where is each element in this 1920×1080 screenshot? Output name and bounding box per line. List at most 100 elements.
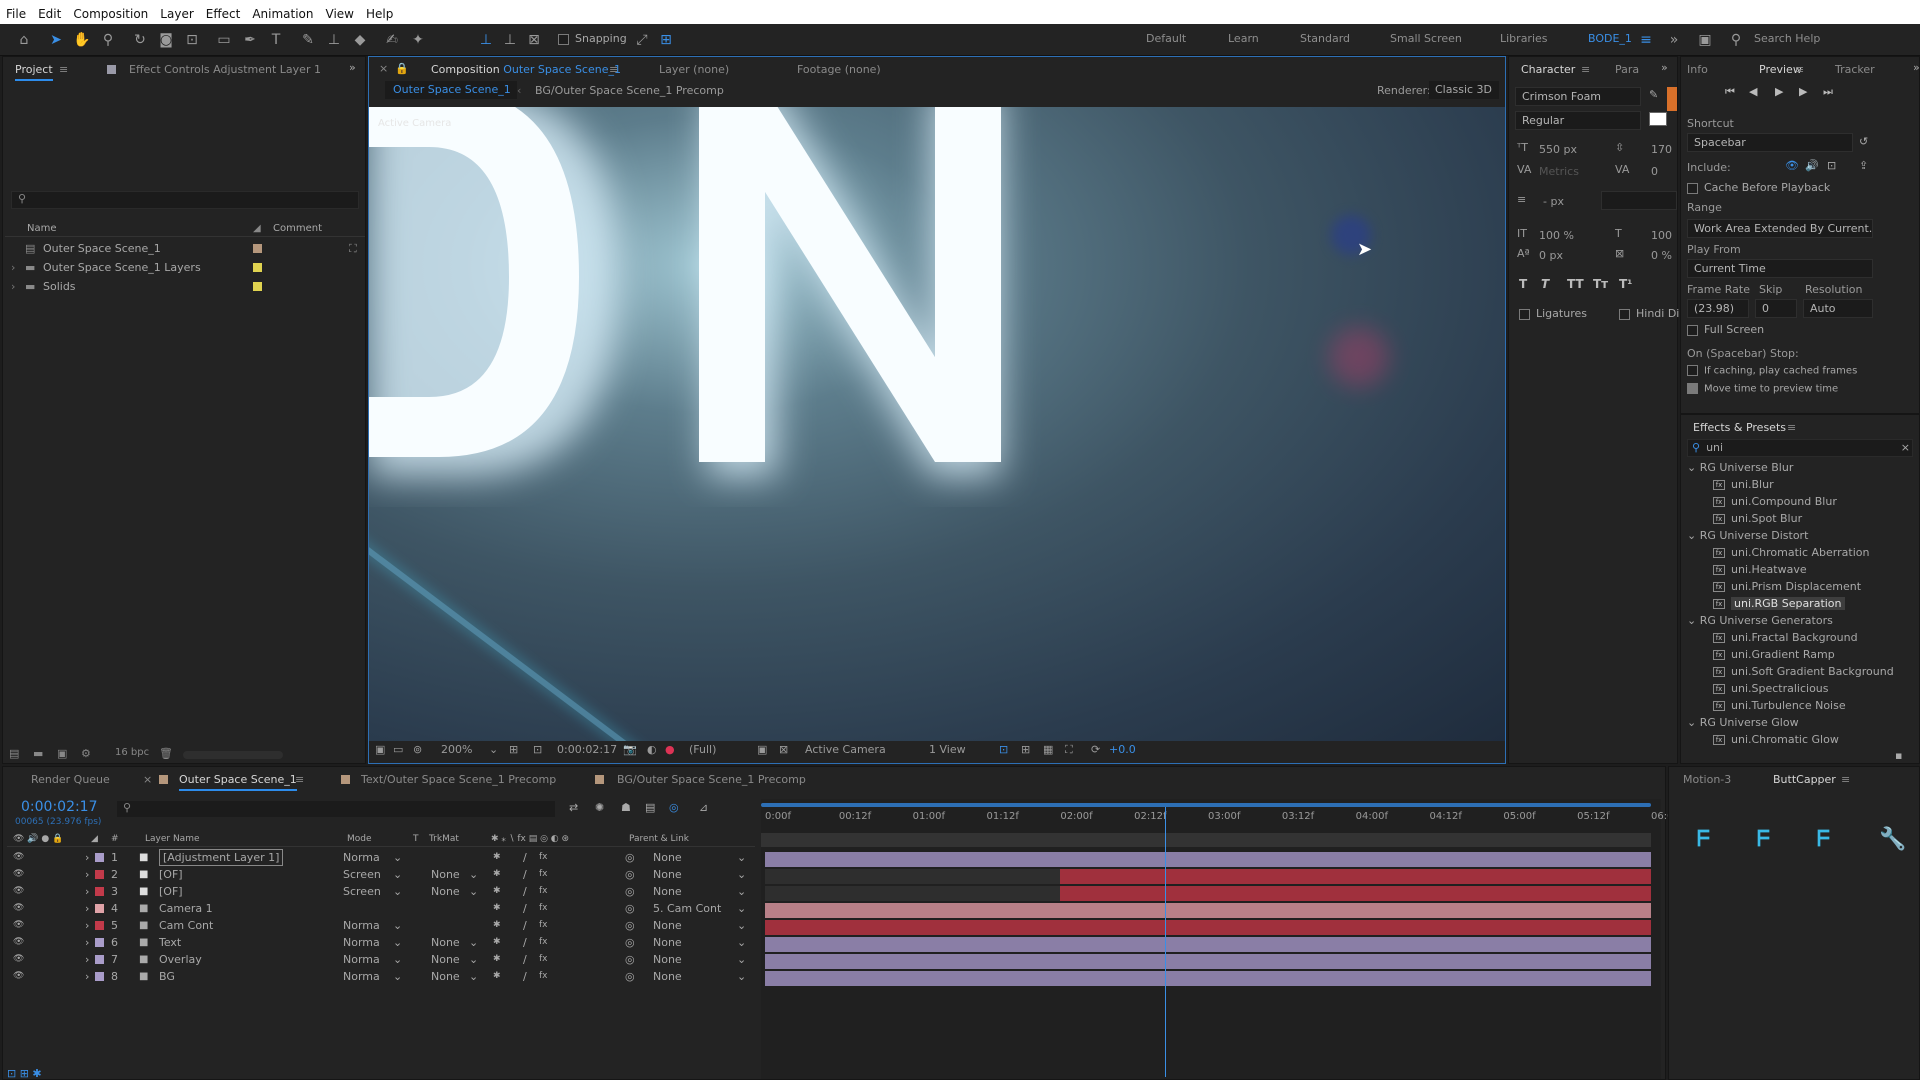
new-preset-icon[interactable]: ▪ — [1895, 749, 1902, 762]
stroke-type-dropdown[interactable] — [1601, 191, 1677, 210]
project-item[interactable]: › ▬ Solids — [5, 277, 365, 296]
effect-group[interactable]: ⌄ RG Universe Generators — [1685, 612, 1911, 629]
first-frame-icon[interactable]: ⏮ — [1725, 85, 1735, 99]
blend-mode-dropdown[interactable]: Screen — [343, 866, 381, 883]
effect-item[interactable]: fx uni.Heatwave — [1685, 561, 1911, 578]
label-color-swatch[interactable] — [95, 972, 104, 981]
always-preview-icon[interactable]: ▣ — [375, 743, 385, 756]
chevron-down-icon[interactable]: ⌄ — [393, 849, 402, 866]
layer-name[interactable]: [OF] — [159, 883, 183, 900]
parent-dropdown[interactable]: 5. Cam Cont — [653, 900, 721, 917]
pickwhip-icon[interactable]: ◎ — [625, 900, 635, 917]
effects-switch-icon[interactable]: fx — [539, 917, 548, 934]
include-overlays-icon[interactable]: ⊡ — [1827, 159, 1836, 172]
viewer-timecode[interactable]: 0:00:02:17 — [557, 743, 617, 756]
range-dropdown[interactable]: Work Area Extended By Current... — [1687, 219, 1873, 238]
draft-3d-icon[interactable]: ✺ — [595, 801, 604, 814]
flowchart-icon[interactable]: ⛶ — [349, 239, 357, 258]
visibility-icon[interactable]: 👁 — [13, 866, 24, 883]
label-color-swatch[interactable] — [95, 921, 104, 930]
view-axis-icon[interactable]: ⊠ — [524, 30, 544, 50]
effects-switch-icon[interactable]: fx — [539, 900, 548, 917]
effect-item[interactable]: fx uni.Compound Blur — [1685, 493, 1911, 510]
lock-icon[interactable]: 🔒 — [395, 62, 409, 75]
collapse-switch-icon[interactable]: ✱ — [493, 968, 501, 985]
clear-search-icon[interactable]: × — [1901, 440, 1910, 456]
layer-duration-bar[interactable] — [1060, 869, 1651, 884]
tab-render-queue[interactable]: Render Queue — [31, 773, 110, 786]
layer-row[interactable]: 👁 › 5 ■ Cam Cont Norma ⌄ ✱ ∕ fx ◎ None ⌄ — [7, 917, 759, 934]
blend-mode-dropdown[interactable]: Norma — [343, 951, 380, 968]
all-caps-button[interactable]: TT — [1567, 277, 1584, 291]
navigator-bar[interactable] — [761, 833, 1651, 847]
effect-group[interactable]: ⌄ RG Universe Glow — [1685, 714, 1911, 731]
workspace-menu-icon[interactable]: ≡ — [1636, 30, 1656, 50]
chevron-down-icon[interactable]: ⌄ — [393, 934, 402, 951]
layer-duration-bar[interactable] — [765, 903, 1651, 918]
tab-tracker[interactable]: Tracker — [1835, 63, 1875, 76]
chevron-right-icon[interactable]: › — [85, 917, 89, 934]
camera-view-dropdown[interactable]: Active Camera — [805, 743, 886, 756]
superscript-button[interactable]: T¹ — [1619, 277, 1632, 291]
layer-name[interactable]: Overlay — [159, 951, 202, 968]
parent-dropdown[interactable]: None — [653, 968, 682, 985]
stroke-color-swatch[interactable] — [1667, 87, 1677, 111]
hand-tool-icon[interactable]: ✋ — [72, 30, 92, 50]
panel-menu-icon[interactable]: ≡ — [609, 63, 618, 76]
workspace-default[interactable]: Default — [1146, 32, 1186, 45]
thumbnail-scrollbar[interactable] — [183, 751, 283, 759]
last-frame-icon[interactable]: ⏭ — [1823, 85, 1833, 99]
brush-tool-icon[interactable]: ✎ — [298, 30, 318, 50]
visibility-icon[interactable]: 👁 — [13, 849, 24, 866]
layer-name[interactable]: [OF] — [159, 866, 183, 883]
chevron-down-icon[interactable]: ⌄ — [469, 866, 478, 883]
layer-row[interactable]: 👁 › 1 ■ [Adjustment Layer 1] Norma ⌄ ✱ ∕ fx ◎ None ⌄ — [7, 849, 759, 866]
tab-composition[interactable]: Composition Outer Space Scene_1 — [431, 63, 621, 76]
vertical-scale-value[interactable]: 100 % — [1539, 229, 1574, 242]
quality-switch-icon[interactable]: ∕ — [523, 849, 527, 866]
label-color-swatch[interactable] — [95, 887, 104, 896]
previous-frame-icon[interactable]: ◀ — [1749, 85, 1757, 98]
chevron-right-icon[interactable]: › — [85, 951, 89, 968]
reset-icon[interactable]: ↺ — [1859, 135, 1868, 148]
eyedropper-icon[interactable]: ✎ — [1649, 88, 1658, 101]
blend-mode-dropdown[interactable]: Norma — [343, 849, 380, 866]
selection-tool-icon[interactable]: ➤ — [46, 30, 66, 50]
pan-behind-tool-icon[interactable]: ⊡ — [182, 30, 202, 50]
effects-switch-icon[interactable]: fx — [539, 866, 548, 883]
tab-buttcapper[interactable]: ButtCapper — [1773, 773, 1836, 786]
chevron-down-icon[interactable]: ⌄ — [393, 951, 402, 968]
local-axis-icon[interactable]: ⊥ — [476, 30, 496, 50]
panel-menu-icon[interactable]: ≡ — [1581, 63, 1590, 76]
effect-item[interactable]: fx uni.Fractal Background — [1685, 629, 1911, 646]
effects-switch-icon[interactable]: fx — [539, 849, 548, 866]
expand-panels-icon[interactable]: » — [1913, 61, 1920, 74]
flowchart-icon[interactable]: ⛶ — [1065, 743, 1073, 757]
time-ruler[interactable]: 0:00f 00:12f 01:00f 01:12f 02:00f 02:12f 03:00… — [765, 811, 1680, 825]
tab-timeline-comp[interactable]: Outer Space Scene_1 — [179, 773, 297, 791]
label-column-icon[interactable]: ◢ — [253, 221, 261, 237]
full-screen-checkbox[interactable]: Full Screen — [1687, 323, 1764, 336]
workspace-learn[interactable]: Learn — [1228, 32, 1259, 45]
shortcut-dropdown[interactable]: Spacebar — [1687, 133, 1853, 152]
visibility-icon[interactable]: 👁 — [13, 968, 24, 985]
show-snapshot-icon[interactable]: ◐ — [647, 743, 657, 756]
tab-layer[interactable]: Layer (none) — [659, 63, 729, 76]
chevron-down-icon[interactable]: ⌄ — [393, 866, 402, 883]
grid-snap-icon[interactable]: ⊞ — [656, 30, 676, 50]
pen-tool-icon[interactable]: ✒ — [240, 30, 260, 50]
track-matte-dropdown[interactable]: None — [431, 934, 460, 951]
faux-italic-button[interactable]: T — [1541, 277, 1549, 291]
chevron-down-icon[interactable]: ⌄ — [1687, 461, 1700, 474]
world-axis-icon[interactable]: ⊥ — [500, 30, 520, 50]
column-layer-name[interactable]: Layer Name — [145, 831, 200, 847]
visibility-icon[interactable]: 👁 — [13, 917, 24, 934]
workspace-small-screen[interactable]: Small Screen — [1390, 32, 1462, 45]
collapse-switch-icon[interactable]: ✱ — [493, 900, 501, 917]
quality-switch-icon[interactable]: ∕ — [523, 917, 527, 934]
composition-mini-flowchart-icon[interactable]: ⇄ — [569, 801, 578, 814]
visibility-icon[interactable]: 👁 — [13, 951, 24, 968]
layer-name[interactable]: Cam Cont — [159, 917, 213, 934]
next-frame-icon[interactable]: ▶ — [1799, 85, 1807, 98]
effect-group[interactable]: ⌄ RG Universe Blur — [1685, 459, 1911, 476]
